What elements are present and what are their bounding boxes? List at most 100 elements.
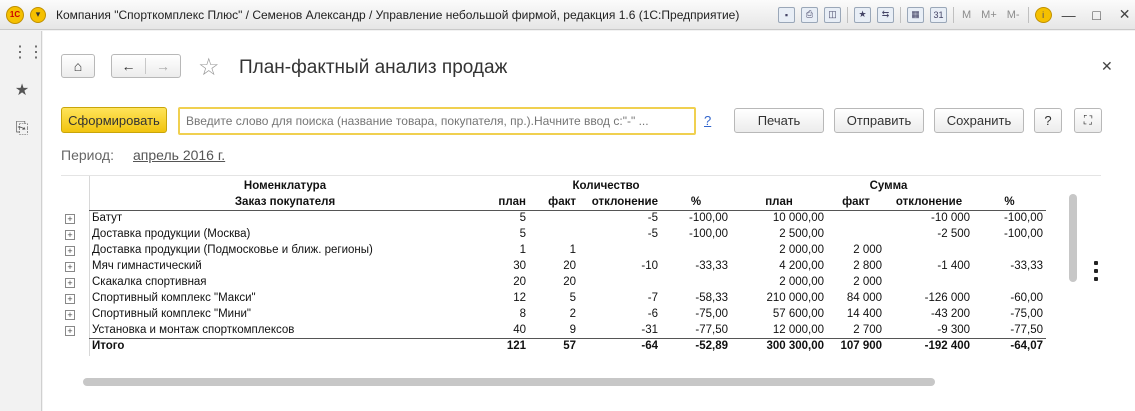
favorites-star-icon[interactable]: ★: [12, 81, 32, 101]
cell-q-dev: -31: [641, 323, 658, 336]
apps-grid-icon[interactable]: ⋮⋮: [12, 43, 44, 63]
back-icon[interactable]: ←: [112, 58, 146, 74]
cell-s-fact: 84 000: [846, 292, 883, 304]
cell-s-pct: -75,00: [1010, 308, 1044, 320]
cell-s-fact: 2 000: [853, 276, 883, 288]
minimize-icon[interactable]: —: [1058, 7, 1080, 23]
memory-plus-button[interactable]: M+: [979, 9, 999, 21]
table-row[interactable]: Спортивный комплекс "Макси" 12 5 -7 -58,33 21…: [89, 290, 1046, 306]
send-button[interactable]: Отправить: [834, 108, 924, 133]
cell-q-plan: 5: [519, 212, 526, 225]
report-rows: Батут 5 -5 -100,00 10 000,00 -10 000 -100,00 До…: [89, 210, 1046, 338]
expand-row-icon[interactable]: +: [65, 262, 75, 272]
cell-s-dev: -43 200: [931, 308, 971, 320]
maximize-icon[interactable]: □: [1086, 7, 1108, 23]
cell-s-pct: -100,00: [1004, 212, 1044, 225]
table-row[interactable]: Батут 5 -5 -100,00 10 000,00 -10 000 -100,00: [89, 210, 1046, 226]
expand-row-icon[interactable]: +: [65, 310, 75, 320]
cell-s-pct: [973, 242, 1046, 258]
cell-q-plan: 5: [519, 228, 526, 240]
period-link[interactable]: апрель 2016 г.: [133, 147, 225, 163]
info-icon[interactable]: i: [1034, 6, 1052, 23]
cell-s-fact: 2 700: [853, 323, 883, 336]
forward-icon[interactable]: →: [146, 58, 180, 74]
cell-q-dev: -10: [641, 260, 658, 272]
col-quantity: Количество: [572, 180, 640, 192]
cell-q-pct: -100,00: [689, 228, 729, 240]
cell-s-dev: -10 000: [931, 212, 971, 225]
expand-row-icon[interactable]: +: [65, 278, 75, 288]
col-s-fact: факт: [827, 194, 886, 211]
calculator-icon[interactable]: ▦: [907, 6, 924, 23]
horizontal-scrollbar[interactable]: [83, 378, 935, 386]
cell-q-fact: [529, 226, 579, 242]
print-icon[interactable]: ⎙: [801, 6, 818, 23]
cell-s-fact: [827, 226, 885, 242]
col-nomenclature: Номенклатура: [243, 180, 327, 192]
cell-s-dev: -126 000: [924, 292, 971, 304]
main-menu-button[interactable]: ▾: [30, 6, 46, 23]
col-s-dev: отклонение: [885, 194, 974, 211]
memory-button[interactable]: M: [960, 9, 973, 21]
col-q-fact: факт: [529, 194, 579, 211]
cell-s-plan: 4 200,00: [779, 260, 825, 272]
link-icon[interactable]: ⇆: [877, 6, 894, 23]
generate-button[interactable]: Сформировать: [61, 107, 167, 133]
nav-buttons: ← →: [111, 54, 181, 78]
save-button[interactable]: Сохранить: [934, 108, 1024, 133]
search-input[interactable]: [178, 107, 696, 135]
total-row: Итого 121 57 -64 -52,89 300 300,00 107 9…: [89, 337, 1047, 354]
cell-q-pct: -100,00: [689, 212, 729, 225]
expand-row-icon[interactable]: +: [65, 326, 75, 336]
cell-q-dev: -5: [647, 228, 658, 240]
table-row[interactable]: Спортивный комплекс "Мини" 8 2 -6 -75,00 57 6…: [89, 306, 1046, 322]
col-q-pct: %: [661, 194, 732, 211]
cell-name: Доставка продукции (Подмосковье и ближ. …: [92, 244, 373, 256]
more-actions-icon[interactable]: [1094, 261, 1100, 285]
cell-q-dev: [579, 274, 661, 290]
cell-s-fact: 2 800: [853, 260, 883, 272]
cell-q-plan: 40: [513, 323, 526, 336]
report-area: + + + + + + + + Номенклатура Количество …: [61, 175, 1101, 395]
memory-minus-button[interactable]: M-: [1005, 9, 1022, 21]
expand-row-icon[interactable]: +: [65, 214, 75, 224]
close-window-icon[interactable]: ✕: [1114, 6, 1135, 23]
total-s-pct: -64,07: [973, 337, 1047, 354]
expand-row-icon[interactable]: +: [65, 230, 75, 240]
sections-panel: ⋮⋮ ★ ⎘: [0, 31, 44, 411]
print-button[interactable]: Печать: [734, 108, 824, 133]
help-button[interactable]: ?: [1034, 108, 1062, 133]
history-icon[interactable]: ⎘: [12, 119, 32, 139]
cell-name: Спортивный комплекс "Мини": [92, 308, 251, 320]
toolbar-separator: [953, 6, 954, 23]
cell-s-pct: -77,50: [1010, 323, 1044, 336]
expand-row-icon[interactable]: +: [65, 294, 75, 304]
report-form: ⌂ ← → ☆ План-фактный анализ продаж ✕ Сфо…: [43, 31, 1135, 411]
cell-s-plan: 57 600,00: [772, 308, 825, 320]
vertical-scrollbar[interactable]: [1069, 194, 1077, 282]
favorite-star-icon[interactable]: ☆: [198, 53, 220, 82]
table-row[interactable]: Мяч гимнастический 30 20 -10 -33,33 4 200,00 2…: [89, 258, 1046, 274]
cell-q-dev: -7: [647, 292, 658, 304]
period-label: Период:: [61, 147, 114, 163]
save-icon[interactable]: ▪: [778, 6, 795, 23]
table-row[interactable]: Доставка продукции (Москва) 5 -5 -100,00 2 5…: [89, 226, 1046, 242]
fullscreen-icon[interactable]: ⛶: [1074, 108, 1102, 133]
cell-s-dev: [885, 274, 973, 290]
table-row[interactable]: Доставка продукции (Подмосковье и ближ. …: [89, 242, 1046, 258]
home-button[interactable]: ⌂: [61, 54, 95, 78]
expand-row-icon[interactable]: +: [65, 246, 75, 256]
preview-icon[interactable]: ◫: [824, 6, 841, 23]
total-q-dev: -64: [579, 337, 661, 354]
search-help-link[interactable]: ?: [704, 113, 711, 128]
calendar-icon[interactable]: 31: [930, 6, 947, 23]
close-form-icon[interactable]: ✕: [1101, 58, 1113, 75]
col-sum: Сумма: [869, 180, 908, 192]
cell-q-dev: -6: [647, 308, 658, 320]
cell-q-plan: 12: [513, 292, 526, 304]
table-row[interactable]: Скакалка спортивная 20 20 2 000,00 2 000: [89, 274, 1046, 290]
favorites-icon[interactable]: ★: [854, 6, 871, 23]
total-label: Итого: [89, 337, 481, 354]
table-row[interactable]: Установка и монтаж спорткомплексов 40 9 -31…: [89, 322, 1046, 338]
cell-s-pct: [973, 274, 1046, 290]
